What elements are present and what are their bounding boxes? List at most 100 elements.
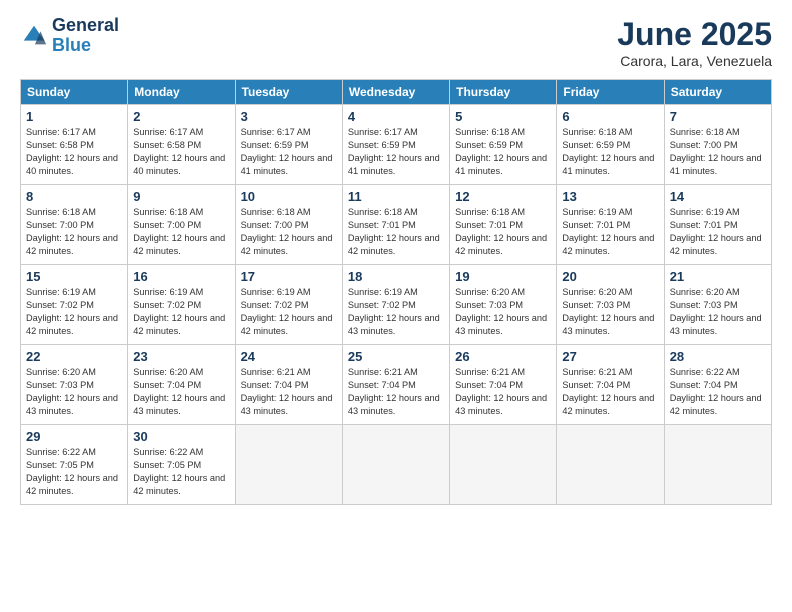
day-cell: 10 Sunrise: 6:18 AMSunset: 7:00 PMDaylig… — [235, 185, 342, 265]
day-number: 22 — [26, 349, 122, 364]
empty-cell — [664, 425, 771, 505]
day-number: 24 — [241, 349, 337, 364]
day-number: 20 — [562, 269, 658, 284]
day-cell: 25 Sunrise: 6:21 AMSunset: 7:04 PMDaylig… — [342, 345, 449, 425]
day-number: 4 — [348, 109, 444, 124]
calendar-row: 29 Sunrise: 6:22 AMSunset: 7:05 PMDaylig… — [21, 425, 772, 505]
empty-cell — [557, 425, 664, 505]
day-cell: 30 Sunrise: 6:22 AMSunset: 7:05 PMDaylig… — [128, 425, 235, 505]
day-info: Sunrise: 6:22 AMSunset: 7:05 PMDaylight:… — [26, 446, 122, 498]
day-number: 5 — [455, 109, 551, 124]
header-monday: Monday — [128, 80, 235, 105]
day-cell: 17 Sunrise: 6:19 AMSunset: 7:02 PMDaylig… — [235, 265, 342, 345]
day-cell: 1 Sunrise: 6:17 AMSunset: 6:58 PMDayligh… — [21, 105, 128, 185]
day-number: 8 — [26, 189, 122, 204]
day-number: 13 — [562, 189, 658, 204]
day-cell: 23 Sunrise: 6:20 AMSunset: 7:04 PMDaylig… — [128, 345, 235, 425]
day-number: 2 — [133, 109, 229, 124]
day-info: Sunrise: 6:17 AMSunset: 6:59 PMDaylight:… — [348, 126, 444, 178]
day-info: Sunrise: 6:18 AMSunset: 6:59 PMDaylight:… — [562, 126, 658, 178]
title-block: June 2025 Carora, Lara, Venezuela — [617, 16, 772, 69]
day-cell: 12 Sunrise: 6:18 AMSunset: 7:01 PMDaylig… — [450, 185, 557, 265]
header-wednesday: Wednesday — [342, 80, 449, 105]
calendar-row: 15 Sunrise: 6:19 AMSunset: 7:02 PMDaylig… — [21, 265, 772, 345]
day-number: 1 — [26, 109, 122, 124]
day-info: Sunrise: 6:18 AMSunset: 7:00 PMDaylight:… — [670, 126, 766, 178]
empty-cell — [342, 425, 449, 505]
day-number: 26 — [455, 349, 551, 364]
day-cell: 21 Sunrise: 6:20 AMSunset: 7:03 PMDaylig… — [664, 265, 771, 345]
day-cell: 5 Sunrise: 6:18 AMSunset: 6:59 PMDayligh… — [450, 105, 557, 185]
day-info: Sunrise: 6:19 AMSunset: 7:02 PMDaylight:… — [133, 286, 229, 338]
month-title: June 2025 — [617, 16, 772, 53]
day-number: 25 — [348, 349, 444, 364]
day-info: Sunrise: 6:19 AMSunset: 7:01 PMDaylight:… — [670, 206, 766, 258]
day-info: Sunrise: 6:19 AMSunset: 7:02 PMDaylight:… — [348, 286, 444, 338]
day-cell: 3 Sunrise: 6:17 AMSunset: 6:59 PMDayligh… — [235, 105, 342, 185]
header-saturday: Saturday — [664, 80, 771, 105]
day-cell: 14 Sunrise: 6:19 AMSunset: 7:01 PMDaylig… — [664, 185, 771, 265]
day-info: Sunrise: 6:21 AMSunset: 7:04 PMDaylight:… — [241, 366, 337, 418]
day-info: Sunrise: 6:20 AMSunset: 7:04 PMDaylight:… — [133, 366, 229, 418]
day-number: 17 — [241, 269, 337, 284]
day-number: 30 — [133, 429, 229, 444]
day-number: 19 — [455, 269, 551, 284]
logo: General Blue — [20, 16, 119, 56]
day-info: Sunrise: 6:21 AMSunset: 7:04 PMDaylight:… — [562, 366, 658, 418]
day-info: Sunrise: 6:22 AMSunset: 7:05 PMDaylight:… — [133, 446, 229, 498]
day-cell: 19 Sunrise: 6:20 AMSunset: 7:03 PMDaylig… — [450, 265, 557, 345]
header-friday: Friday — [557, 80, 664, 105]
day-number: 23 — [133, 349, 229, 364]
day-info: Sunrise: 6:22 AMSunset: 7:04 PMDaylight:… — [670, 366, 766, 418]
logo-icon — [20, 22, 48, 50]
day-number: 16 — [133, 269, 229, 284]
calendar-row: 8 Sunrise: 6:18 AMSunset: 7:00 PMDayligh… — [21, 185, 772, 265]
day-cell: 4 Sunrise: 6:17 AMSunset: 6:59 PMDayligh… — [342, 105, 449, 185]
day-cell: 29 Sunrise: 6:22 AMSunset: 7:05 PMDaylig… — [21, 425, 128, 505]
weekday-header-row: Sunday Monday Tuesday Wednesday Thursday… — [21, 80, 772, 105]
day-cell: 28 Sunrise: 6:22 AMSunset: 7:04 PMDaylig… — [664, 345, 771, 425]
day-info: Sunrise: 6:18 AMSunset: 7:01 PMDaylight:… — [348, 206, 444, 258]
day-number: 9 — [133, 189, 229, 204]
header: General Blue June 2025 Carora, Lara, Ven… — [20, 16, 772, 69]
day-cell: 18 Sunrise: 6:19 AMSunset: 7:02 PMDaylig… — [342, 265, 449, 345]
day-cell: 26 Sunrise: 6:21 AMSunset: 7:04 PMDaylig… — [450, 345, 557, 425]
day-cell: 15 Sunrise: 6:19 AMSunset: 7:02 PMDaylig… — [21, 265, 128, 345]
empty-cell — [235, 425, 342, 505]
day-number: 27 — [562, 349, 658, 364]
page: General Blue June 2025 Carora, Lara, Ven… — [0, 0, 792, 612]
calendar-row: 22 Sunrise: 6:20 AMSunset: 7:03 PMDaylig… — [21, 345, 772, 425]
calendar-row: 1 Sunrise: 6:17 AMSunset: 6:58 PMDayligh… — [21, 105, 772, 185]
day-cell: 16 Sunrise: 6:19 AMSunset: 7:02 PMDaylig… — [128, 265, 235, 345]
day-number: 14 — [670, 189, 766, 204]
day-info: Sunrise: 6:20 AMSunset: 7:03 PMDaylight:… — [26, 366, 122, 418]
day-cell: 22 Sunrise: 6:20 AMSunset: 7:03 PMDaylig… — [21, 345, 128, 425]
day-info: Sunrise: 6:18 AMSunset: 6:59 PMDaylight:… — [455, 126, 551, 178]
day-number: 29 — [26, 429, 122, 444]
day-info: Sunrise: 6:20 AMSunset: 7:03 PMDaylight:… — [455, 286, 551, 338]
day-number: 15 — [26, 269, 122, 284]
day-number: 10 — [241, 189, 337, 204]
day-cell: 24 Sunrise: 6:21 AMSunset: 7:04 PMDaylig… — [235, 345, 342, 425]
day-info: Sunrise: 6:20 AMSunset: 7:03 PMDaylight:… — [670, 286, 766, 338]
day-info: Sunrise: 6:17 AMSunset: 6:58 PMDaylight:… — [26, 126, 122, 178]
day-info: Sunrise: 6:18 AMSunset: 7:00 PMDaylight:… — [26, 206, 122, 258]
day-info: Sunrise: 6:19 AMSunset: 7:02 PMDaylight:… — [26, 286, 122, 338]
day-number: 6 — [562, 109, 658, 124]
logo-text: General Blue — [52, 16, 119, 56]
day-cell: 11 Sunrise: 6:18 AMSunset: 7:01 PMDaylig… — [342, 185, 449, 265]
day-number: 7 — [670, 109, 766, 124]
day-cell: 27 Sunrise: 6:21 AMSunset: 7:04 PMDaylig… — [557, 345, 664, 425]
day-number: 12 — [455, 189, 551, 204]
day-cell: 9 Sunrise: 6:18 AMSunset: 7:00 PMDayligh… — [128, 185, 235, 265]
day-number: 3 — [241, 109, 337, 124]
day-info: Sunrise: 6:19 AMSunset: 7:02 PMDaylight:… — [241, 286, 337, 338]
day-info: Sunrise: 6:18 AMSunset: 7:00 PMDaylight:… — [133, 206, 229, 258]
day-info: Sunrise: 6:18 AMSunset: 7:01 PMDaylight:… — [455, 206, 551, 258]
day-number: 28 — [670, 349, 766, 364]
day-info: Sunrise: 6:17 AMSunset: 6:59 PMDaylight:… — [241, 126, 337, 178]
calendar-table: Sunday Monday Tuesday Wednesday Thursday… — [20, 79, 772, 505]
empty-cell — [450, 425, 557, 505]
day-info: Sunrise: 6:17 AMSunset: 6:58 PMDaylight:… — [133, 126, 229, 178]
day-info: Sunrise: 6:19 AMSunset: 7:01 PMDaylight:… — [562, 206, 658, 258]
